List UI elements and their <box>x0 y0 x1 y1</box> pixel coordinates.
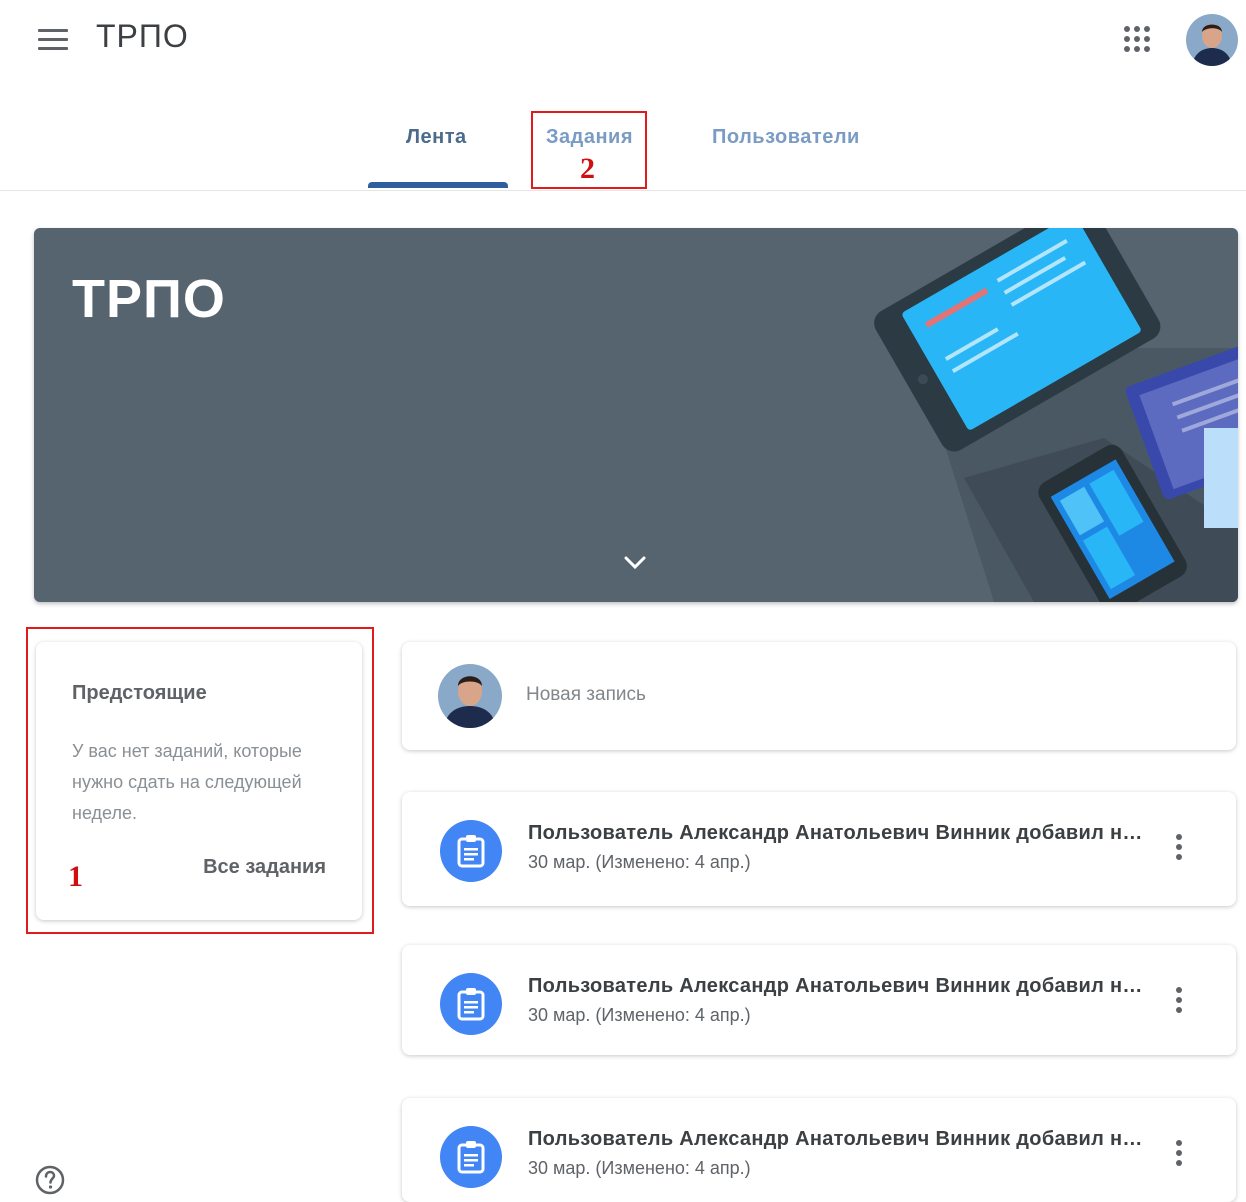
stream-post[interactable]: Пользователь Александр Анатольевич Винни… <box>402 945 1236 1055</box>
stream-post[interactable]: Пользователь Александр Анатольевич Винни… <box>402 792 1236 906</box>
assignment-icon <box>440 820 502 882</box>
hamburger-menu-icon[interactable] <box>36 26 70 54</box>
more-vert-icon[interactable] <box>1172 987 1186 1017</box>
post-date: 30 мар. (Изменено: 4 апр.) <box>528 1158 751 1178</box>
help-circle-icon[interactable] <box>34 1164 66 1196</box>
post-title[interactable]: Пользователь Александр Анатольевич Винни… <box>528 975 1148 998</box>
annotation-number-2: 2 <box>580 152 595 185</box>
apps-grid-icon[interactable] <box>1122 24 1152 54</box>
class-title[interactable]: ТРПО <box>96 18 189 55</box>
top-app-bar: ТРПО <box>0 0 1246 78</box>
new-post-box[interactable]: Новая запись <box>402 642 1236 750</box>
more-vert-icon[interactable] <box>1172 834 1186 864</box>
user-avatar <box>438 664 502 728</box>
assignment-icon <box>440 973 502 1035</box>
post-date: 30 мар. (Изменено: 4 апр.) <box>528 852 751 872</box>
chevron-down-icon[interactable] <box>620 550 650 576</box>
annotation-number-1: 1 <box>68 860 83 893</box>
tab-users[interactable]: Пользователи <box>712 126 860 149</box>
assignment-icon <box>440 1126 502 1188</box>
stream-post[interactable]: Пользователь Александр Анатольевич Винни… <box>402 1098 1236 1202</box>
post-date: 30 мар. (Изменено: 4 апр.) <box>528 1005 751 1025</box>
new-post-placeholder[interactable]: Новая запись <box>526 684 646 706</box>
post-title[interactable]: Пользователь Александр Анатольевич Винни… <box>528 1128 1148 1151</box>
post-title[interactable]: Пользователь Александр Анатольевич Винни… <box>528 822 1148 845</box>
banner-title: ТРПО <box>72 269 226 329</box>
tab-feed[interactable]: Лента <box>406 126 467 149</box>
active-tab-indicator <box>368 182 508 188</box>
class-banner: ТРПО <box>34 228 1238 602</box>
user-avatar[interactable] <box>1186 14 1238 66</box>
more-vert-icon[interactable] <box>1172 1140 1186 1170</box>
